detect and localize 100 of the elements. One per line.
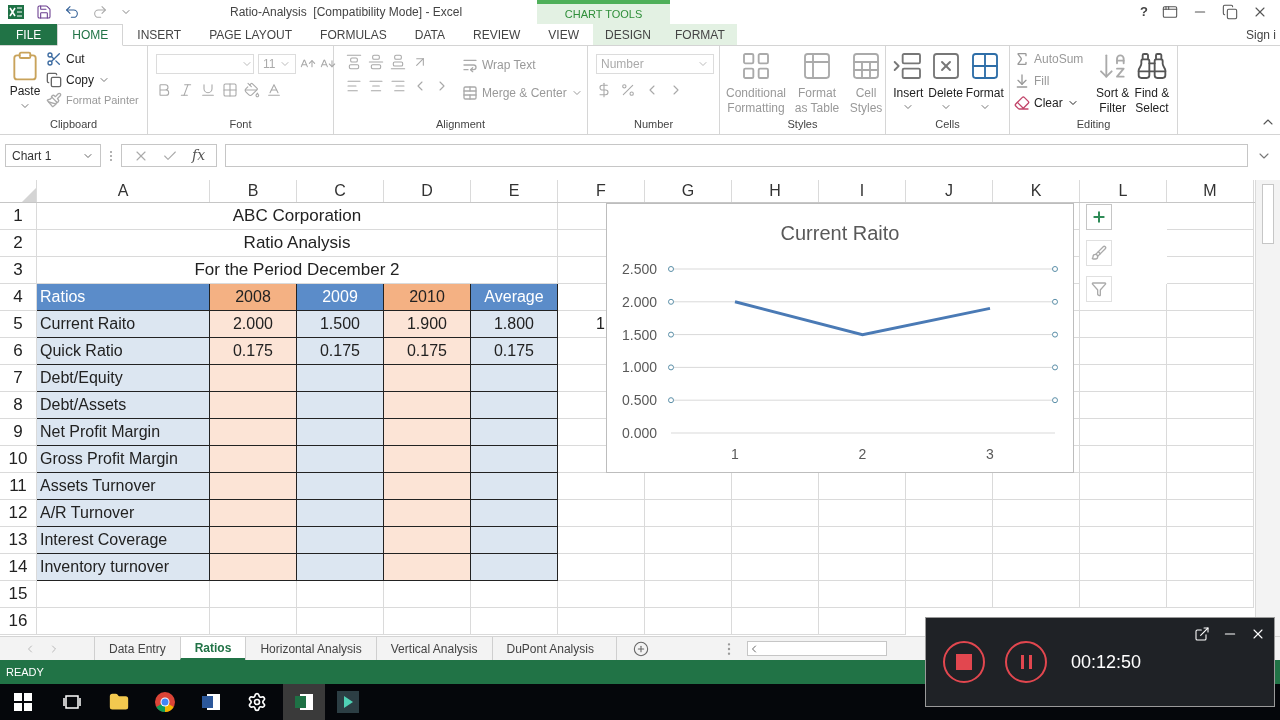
pause-button[interactable]: [1005, 641, 1047, 683]
ribbon-tab[interactable]: FORMAT: [663, 24, 737, 45]
empty-cell[interactable]: [1167, 554, 1254, 581]
sort-filter-button[interactable]: Sort & Filter: [1094, 46, 1131, 116]
help-button[interactable]: ?: [1140, 2, 1148, 22]
percent-icon[interactable]: [620, 82, 636, 98]
spreadsheet-app-icon[interactable]: [294, 692, 314, 712]
insert-button[interactable]: Insert: [890, 46, 927, 116]
empty-cell[interactable]: [993, 581, 1080, 608]
empty-cell[interactable]: [819, 527, 906, 554]
empty-cell[interactable]: [1080, 473, 1167, 500]
gridline-handle-icon[interactable]: [1052, 331, 1058, 338]
empty-cell[interactable]: [1167, 392, 1254, 419]
restore-icon[interactable]: [1222, 4, 1238, 20]
empty-cell[interactable]: [1167, 473, 1254, 500]
align-right-icon[interactable]: [390, 78, 406, 94]
empty-cell[interactable]: [645, 554, 732, 581]
ribbon-tab[interactable]: INSERT: [123, 24, 196, 45]
borders-icon[interactable]: [222, 82, 238, 98]
stop-record-button[interactable]: [943, 641, 985, 683]
empty-cell[interactable]: [645, 500, 732, 527]
middle-align-icon[interactable]: [368, 54, 384, 70]
gridline-handle-icon[interactable]: [668, 397, 674, 404]
row-header[interactable]: 2: [0, 230, 37, 257]
horizontal-scrollbar[interactable]: [746, 641, 887, 656]
empty-cell[interactable]: [1167, 446, 1254, 473]
empty-cell[interactable]: [1080, 311, 1167, 338]
gridline-handle-icon[interactable]: [1052, 298, 1058, 305]
ribbon-display-icon[interactable]: [1162, 4, 1178, 20]
empty-cell[interactable]: [732, 554, 819, 581]
ribbon-tab[interactable]: FORMULAS: [306, 24, 401, 45]
gridline-handle-icon[interactable]: [668, 266, 674, 272]
row-header[interactable]: 1: [0, 203, 37, 230]
column-header[interactable]: K: [993, 180, 1080, 202]
empty-cell[interactable]: [471, 608, 558, 635]
empty-cell[interactable]: [1080, 338, 1167, 365]
chart-area[interactable]: Current Raito 0.000 0.500 1.000 1.500 2.000 2.500 1 2 3: [606, 203, 1074, 473]
ribbon-tab[interactable]: PAGE LAYOUT: [195, 24, 307, 45]
empty-cell[interactable]: [1167, 284, 1254, 311]
empty-cell[interactable]: [1167, 203, 1254, 230]
underline-icon[interactable]: [200, 82, 216, 98]
empty-cell[interactable]: [558, 581, 645, 608]
empty-cell[interactable]: [1080, 446, 1167, 473]
empty-cell[interactable]: [732, 608, 819, 635]
empty-cell[interactable]: [297, 581, 384, 608]
row-header[interactable]: 3: [0, 257, 37, 284]
redo-icon[interactable]: [92, 4, 108, 20]
empty-cell[interactable]: [1080, 554, 1167, 581]
empty-cell[interactable]: [819, 500, 906, 527]
browser-icon[interactable]: [155, 692, 175, 712]
ribbon-tab[interactable]: REVIEW: [459, 24, 535, 45]
top-align-icon[interactable]: [346, 54, 362, 70]
chart-styles-button[interactable]: [1086, 240, 1112, 266]
column-header[interactable]: G: [645, 180, 732, 202]
grip-icon[interactable]: [109, 150, 113, 162]
column-header[interactable]: B: [210, 180, 297, 202]
delete-button[interactable]: Delete: [926, 46, 965, 116]
task-view-icon[interactable]: [63, 695, 81, 709]
empty-cell[interactable]: [1167, 581, 1254, 608]
empty-cell[interactable]: [906, 527, 993, 554]
column-header[interactable]: C: [297, 180, 384, 202]
empty-cell[interactable]: [906, 581, 993, 608]
empty-cell[interactable]: [1167, 257, 1254, 284]
formula-input[interactable]: [225, 144, 1248, 167]
column-header[interactable]: E: [471, 180, 558, 202]
empty-cell[interactable]: [37, 608, 210, 635]
ribbon-tab[interactable]: FILE: [0, 24, 58, 45]
empty-cell[interactable]: [645, 608, 732, 635]
vertical-scrollbar[interactable]: [1255, 180, 1280, 636]
font-color-icon[interactable]: [266, 82, 282, 98]
sheet-tab[interactable]: Ratios: [179, 637, 246, 660]
empty-cell[interactable]: [819, 608, 906, 635]
gridline-handle-icon[interactable]: [1052, 266, 1058, 272]
fill-color-icon[interactable]: [244, 82, 260, 98]
format-button[interactable]: Format: [964, 46, 1005, 116]
column-header[interactable]: J: [906, 180, 993, 202]
empty-cell[interactable]: [1080, 581, 1167, 608]
empty-cell[interactable]: [819, 581, 906, 608]
empty-cell[interactable]: [645, 527, 732, 554]
empty-cell[interactable]: [732, 581, 819, 608]
empty-cell[interactable]: [993, 554, 1080, 581]
empty-cell[interactable]: [906, 554, 993, 581]
align-left-icon[interactable]: [346, 78, 362, 94]
clear-button[interactable]: Clear: [1014, 94, 1095, 112]
ribbon-tab[interactable]: HOME: [57, 24, 124, 46]
font-name-field[interactable]: [156, 54, 254, 74]
empty-cell[interactable]: [1167, 500, 1254, 527]
document-app-icon[interactable]: [201, 692, 221, 712]
empty-cell[interactable]: [1080, 365, 1167, 392]
recorder-app-icon[interactable]: [337, 691, 359, 713]
ribbon-tab[interactable]: DESIGN: [593, 24, 663, 45]
empty-cell[interactable]: [906, 500, 993, 527]
empty-cell[interactable]: [732, 527, 819, 554]
cut-button[interactable]: Cut: [46, 50, 139, 68]
folder-icon[interactable]: [109, 692, 129, 712]
empty-cell[interactable]: [819, 554, 906, 581]
empty-cell[interactable]: [384, 608, 471, 635]
column-header[interactable]: F: [558, 180, 645, 202]
copy-button[interactable]: Copy: [46, 71, 139, 89]
gridline-handle-icon[interactable]: [668, 364, 674, 371]
